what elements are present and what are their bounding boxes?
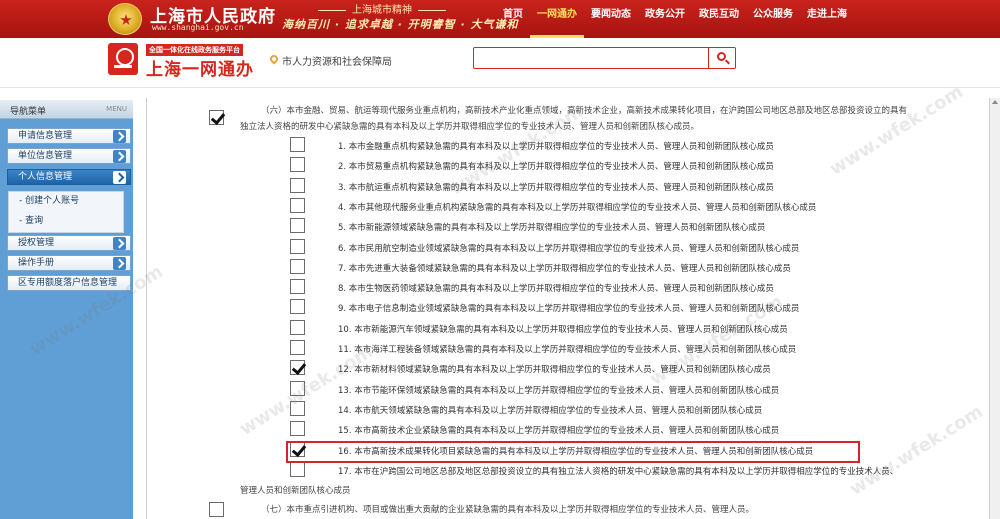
city-spirit-title: 上海城市精神 [312,1,452,16]
vertical-scrollbar[interactable] [990,98,1000,519]
item-6-text: 6. 本市民用航空制造业领域紧缺急需的具有本科及以上学历并取得相应学位的专业技术… [338,244,800,254]
item-9-text: 9. 本市电子信息制造业领域紧缺急需的具有本科及以上学历并取得相应学位的专业技术… [338,304,800,314]
checkbox-item-10[interactable] [290,320,305,335]
checkbox-item-17[interactable] [290,462,305,477]
sidebar-item-personal-info[interactable]: 个人信息管理 [7,169,131,185]
one-net-logo-icon [108,43,138,75]
item-12-text: 12. 本市新材料领域紧缺急需的具有本科及以上学历并取得相应学位的专业技术人员、… [338,365,771,375]
section-six-text-line2: 独立法人资格的研发中心紧缺急需的具有本科及以上学历并取得相应学位的专业技术人员、… [240,122,700,132]
chevron-right-icon [113,257,126,270]
item-13-text: 13. 本市节能环保领域紧缺急需的具有本科及以上学历并取得相应学位的专业技术人员… [338,386,780,396]
sidebar-submenu: - 创建个人账号 - 查询 [8,191,124,233]
chevron-right-icon [113,150,126,163]
location-pin-icon [268,53,280,65]
service-header: 全国一体化在线政务服务平台 上海一网通办 市人力资源和社会保障局 [0,38,1000,88]
checkbox-item-3[interactable] [290,178,305,193]
item-3-text: 3. 本市航运重点机构紧缺急需的具有本科及以上学历并取得相应学位的专业技术人员、… [338,183,774,193]
sidebar-menu-label: MENU [106,105,127,113]
city-spirit-slogan: 海纳百川 · 追求卓越 · 开明睿智 · 大气谦和 [282,18,519,31]
item-4-text: 4. 本市其他现代服务业重点机构紧缺急需的具有本科及以上学历并取得相应学位的专业… [338,203,817,213]
search-button[interactable] [708,47,736,69]
checkbox-item-15[interactable] [290,421,305,436]
item-14-text: 14. 本市航天领域紧缺急需的具有本科及以上学历并取得相应学位的专业技术人员、管… [338,406,763,416]
sidebar-item-manual[interactable]: 操作手册 [7,255,131,271]
checkbox-item-11[interactable] [290,340,305,355]
site-url: www.shanghai.gov.cn [152,23,244,32]
item-15-text: 15. 本市高新技术企业紧缺急需的具有本科及以上学历并取得相应学位的专业技术人员… [338,426,780,436]
checkbox-item-2[interactable] [290,157,305,172]
sidebar-subitem-create-account[interactable]: - 创建个人账号 [9,192,123,212]
highlight-box-item-16 [286,441,860,463]
sidebar-header: 导航菜单 MENU [0,100,133,119]
item-17-text-line2: 管理人员和创新团队核心成员 [240,486,351,496]
checkbox-item-12[interactable] [290,360,305,375]
checkbox-item-9[interactable] [290,299,305,314]
item-2-text: 2. 本市贸易重点机构紧缺急需的具有本科及以上学历并取得相应学位的专业技术人员、… [338,162,774,172]
sidebar-item-company-info[interactable]: 单位信息管理 [7,148,131,164]
platform-name[interactable]: 上海一网通办 [146,55,254,80]
checkbox-item-6[interactable] [290,239,305,254]
sidebar-item-application-management[interactable]: 申请信息管理 [7,128,131,144]
nav-about-shanghai[interactable]: 走进上海 [800,0,854,38]
section-seven-text: （七）本市重点引进机构、项目或做出重大贡献的企业紧缺急需的具有本科及以上学历并取… [261,505,755,515]
item-8-text: 8. 本市生物医药领域紧缺急需的具有本科及以上学历并取得相应学位的专业技术人员、… [338,284,774,294]
government-emblem-icon [108,3,142,35]
checkbox-section-seven[interactable] [209,502,224,517]
department-location[interactable]: 市人力资源和社会保障局 [282,53,392,68]
checkbox-item-7[interactable] [290,259,305,274]
sidebar-item-authorization[interactable]: 授权管理 [7,235,131,251]
top-banner: 上海市人民政府 www.shanghai.gov.cn 上海城市精神 海纳百川 … [0,0,1000,38]
sidebar-title: 导航菜单 [10,107,47,117]
nav-gov-affairs[interactable]: 政务公开 [638,0,692,38]
chevron-right-icon [113,237,126,250]
item-17-text: 17. 本市在沪跨国公司地区总部及地区总部投资设立的具有独立法人资格的研发中心紧… [338,467,899,477]
chevron-right-icon [113,130,126,143]
nav-public-service[interactable]: 公众服务 [746,0,800,38]
nav-news[interactable]: 要闻动态 [584,0,638,38]
chevron-down-icon [113,171,126,184]
item-1-text: 1. 本市金融重点机构紧缺急需的具有本科及以上学历并取得相应学位的专业技术人员、… [338,142,774,152]
checkbox-item-8[interactable] [290,279,305,294]
checkbox-item-4[interactable] [290,198,305,213]
item-7-text: 7. 本市先进重大装备领域紧缺急需的具有本科及以上学历并取得相应学位的专业技术人… [338,264,791,274]
checkbox-item-1[interactable] [290,137,305,152]
checkbox-item-5[interactable] [290,218,305,233]
nav-interaction[interactable]: 政民互动 [692,0,746,38]
item-5-text: 5. 本市新能源领域紧缺急需的具有本科及以上学历并取得相应学位的专业技术人员、管… [338,223,766,233]
main-nav: 首页 一网通办 要闻动态 政务公开 政民互动 公众服务 走进上海 [496,0,854,38]
sidebar-subitem-query[interactable]: - 查询 [9,212,123,232]
nav-home[interactable]: 首页 [496,0,530,38]
search-input[interactable] [473,47,709,69]
nav-one-net-service[interactable]: 一网通办 [530,0,584,38]
checkbox-section-six[interactable] [209,110,224,125]
